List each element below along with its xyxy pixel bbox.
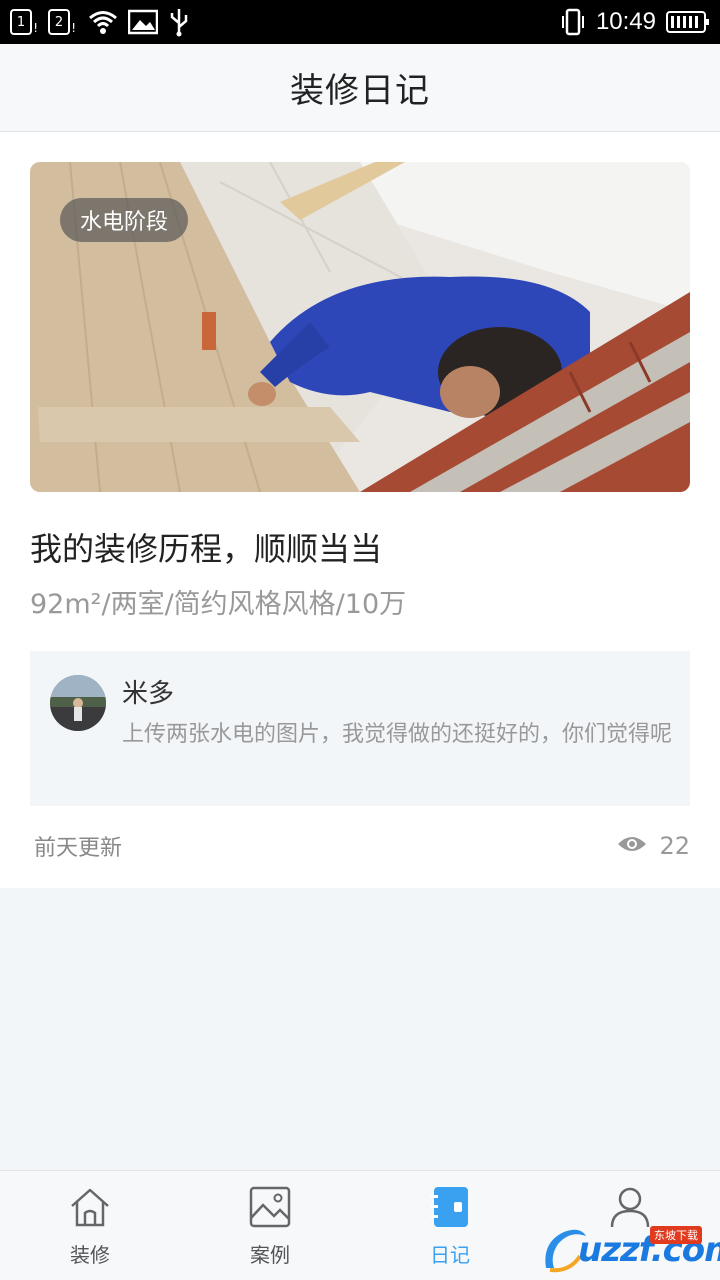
- latest-comment[interactable]: 米多 上传两张水电的图片，我觉得做的还挺好的，你们觉得呢: [30, 651, 690, 806]
- sim-1-label: 1: [16, 14, 26, 30]
- usb-icon: [168, 7, 190, 37]
- sim-2-label: 2: [54, 14, 64, 30]
- eye-icon: [617, 834, 647, 858]
- home-icon: [68, 1185, 112, 1233]
- title-bar: 装修日记: [0, 44, 720, 132]
- sim-2-icon: 2: [48, 9, 76, 35]
- tab-cases[interactable]: 案例: [180, 1171, 360, 1280]
- watermark-logo: uzzf.com 东坡下载: [540, 1222, 720, 1274]
- battery-icon: [666, 11, 709, 33]
- stage-badge: 水电阶段: [60, 198, 189, 242]
- tab-label: 装修: [70, 1243, 110, 1267]
- tab-diary[interactable]: 日记: [360, 1171, 540, 1280]
- comment-text: 上传两张水电的图片，我觉得做的还挺好的，你们觉得呢: [122, 722, 673, 747]
- diary-card[interactable]: 水电阶段 我的装修历程，顺顺当当 92m²/两室/简约风格风格/10万 米多 上…: [0, 132, 720, 888]
- tab-label: 日记: [430, 1243, 470, 1267]
- tab-home[interactable]: 装修: [0, 1171, 180, 1280]
- status-right: 10:49: [560, 8, 709, 36]
- page-title: 装修日记: [290, 71, 430, 111]
- diary-footer: 前天更新 22: [30, 828, 690, 864]
- notebook-icon: [428, 1185, 472, 1233]
- comment-author: 米多: [122, 679, 175, 709]
- diary-meta: 92m²/两室/简约风格风格/10万: [30, 589, 407, 620]
- sim-1-icon: 1: [10, 9, 38, 35]
- updated-time: 前天更新: [34, 836, 123, 861]
- view-count: 22: [659, 832, 690, 860]
- clock: 10:49: [595, 8, 656, 35]
- status-bar: 1 2: [0, 0, 720, 44]
- image-icon: [248, 1185, 292, 1233]
- image-notification-icon: [128, 9, 158, 35]
- diary-title[interactable]: 我的装修历程，顺顺当当: [30, 524, 382, 570]
- status-left: 1 2: [10, 7, 190, 37]
- vibrate-icon: [560, 8, 586, 36]
- avatar[interactable]: [50, 675, 106, 731]
- wifi-icon: [88, 9, 118, 35]
- view-count-group: 22: [617, 832, 690, 860]
- tab-label: 案例: [250, 1243, 290, 1267]
- watermark-badge: 东坡下载: [650, 1226, 702, 1244]
